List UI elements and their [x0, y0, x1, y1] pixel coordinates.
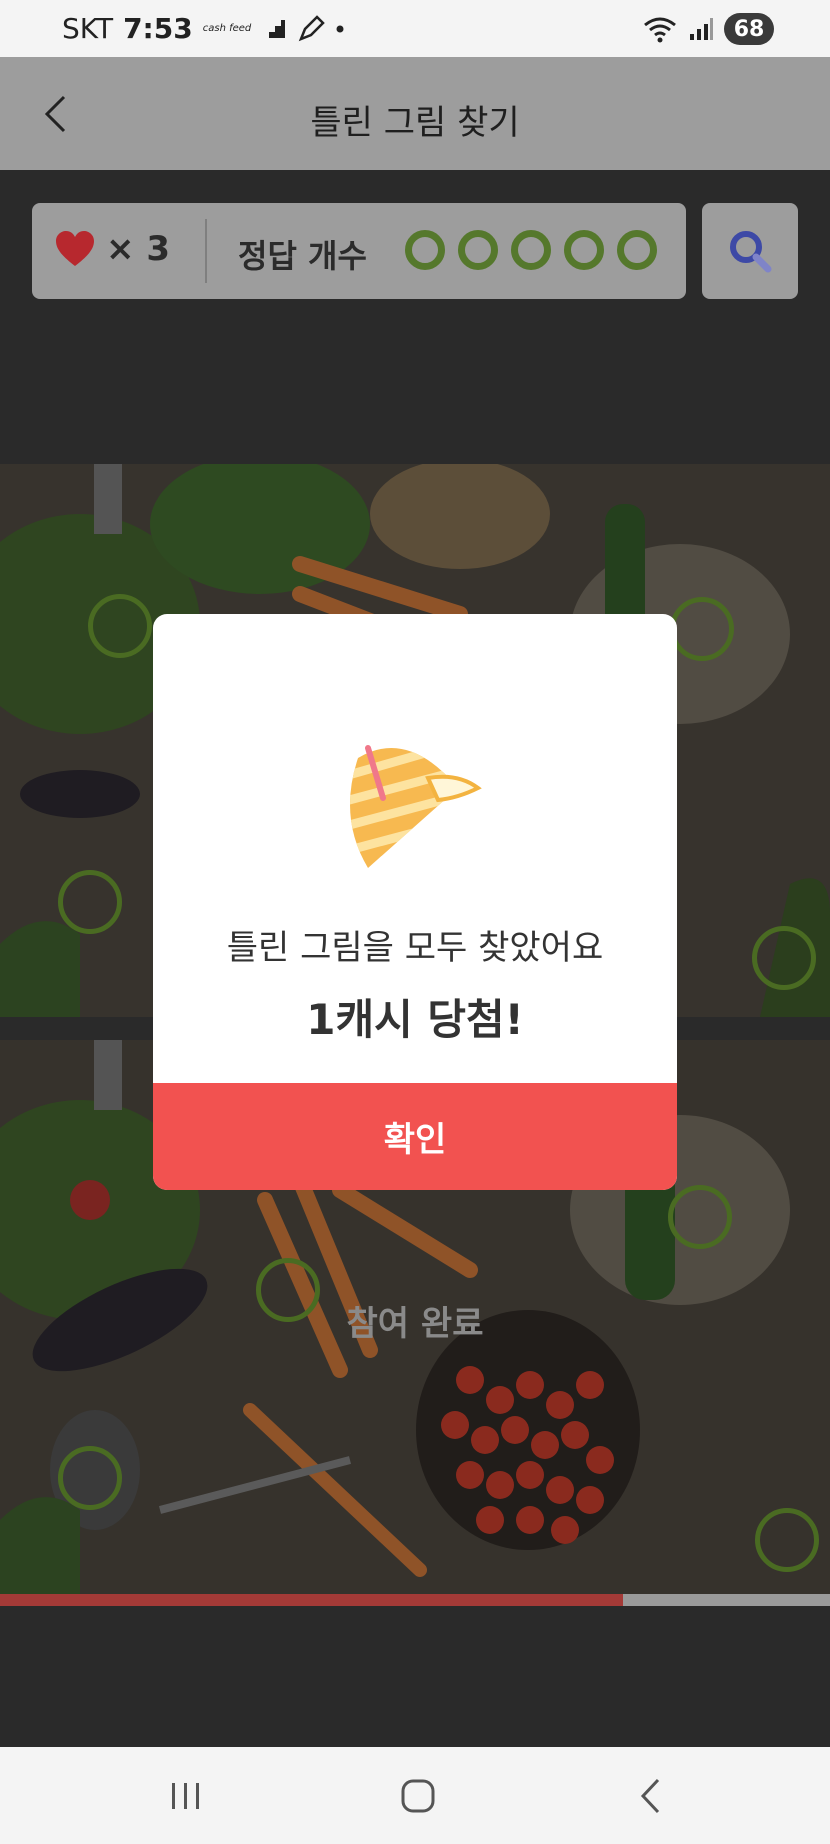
found-difference-marker	[58, 870, 122, 934]
pencil-icon	[299, 14, 326, 41]
hint-search-button[interactable]	[702, 203, 798, 299]
found-difference-marker	[88, 594, 152, 658]
back-icon	[640, 1778, 660, 1814]
answer-found-marker	[405, 230, 445, 270]
cashfeed-notification-icon: cash feed	[202, 22, 252, 34]
answer-count-label: 정답 개수	[238, 237, 367, 275]
stairs-icon	[263, 19, 286, 38]
dialog-message: 틀린 그림을 모두 찾았어요	[226, 928, 604, 968]
page-title: 틀린 그림 찾기	[310, 103, 520, 143]
confirm-button[interactable]: 확인	[153, 1083, 677, 1190]
dot-icon	[336, 25, 344, 32]
signal-icon	[690, 18, 713, 40]
game-progress-fill	[0, 1594, 623, 1606]
status-bar: SKT 7:53 cash feed 68	[0, 0, 830, 57]
battery-indicator: 68	[724, 13, 774, 45]
found-difference-marker	[670, 597, 734, 661]
found-difference-marker	[755, 1508, 819, 1572]
found-difference-marker	[668, 1185, 732, 1249]
found-difference-marker	[58, 1446, 122, 1510]
wifi-icon	[644, 17, 676, 43]
clock: 7:53	[123, 12, 193, 45]
home-button[interactable]	[378, 1767, 458, 1825]
found-difference-marker	[752, 926, 816, 990]
lives-counter: × 3	[54, 229, 170, 269]
divider	[205, 219, 207, 283]
magnifier-icon	[730, 231, 772, 273]
lives-count: × 3	[106, 229, 170, 269]
system-back-button[interactable]	[610, 1767, 690, 1825]
recents-button[interactable]	[146, 1767, 226, 1825]
game-progress-bar	[0, 1594, 830, 1606]
carrier-label: SKT	[62, 12, 114, 45]
answer-found-marker	[564, 230, 604, 270]
answer-found-marker	[617, 230, 657, 270]
heart-icon	[56, 231, 94, 266]
game-info-bar: × 3 정답 개수	[32, 203, 686, 299]
answer-found-marker	[458, 230, 498, 270]
participation-status: 참여 완료	[346, 1304, 484, 1344]
home-icon	[401, 1779, 435, 1813]
app-header: 틀린 그림 찾기	[0, 57, 830, 170]
dialog-reward: 1캐시 당첨!	[306, 995, 524, 1044]
answer-progress	[405, 230, 657, 270]
recents-icon	[172, 1783, 199, 1809]
answer-found-marker	[511, 230, 551, 270]
party-popper-icon	[350, 745, 482, 868]
system-nav-bar	[0, 1747, 830, 1844]
success-dialog: 틀린 그림을 모두 찾았어요 1캐시 당첨! 확인	[153, 614, 677, 1190]
